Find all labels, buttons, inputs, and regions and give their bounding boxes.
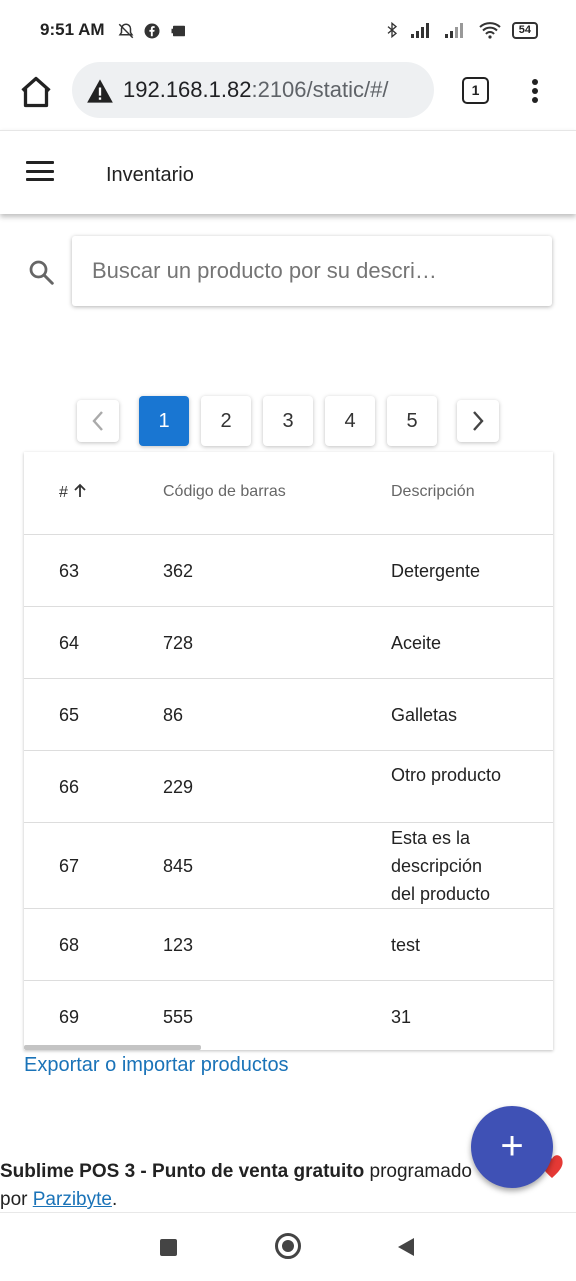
cell-barcode: 728	[163, 633, 194, 653]
battery-icon: 54	[511, 21, 538, 39]
warning-icon[interactable]	[86, 78, 114, 104]
table-horizontal-scrollbar[interactable]	[24, 1045, 201, 1050]
cell-barcode: 555	[163, 1007, 194, 1027]
system-nav-bar	[0, 1212, 576, 1281]
status-time: 9:51 AM	[40, 20, 105, 39]
cell-barcode: 86	[163, 705, 184, 725]
footer-end: .	[111, 1189, 118, 1210]
page-button-4[interactable]: 4	[325, 396, 375, 446]
bluetooth-icon	[387, 21, 397, 39]
recents-icon[interactable]	[160, 1239, 177, 1256]
cell-id: 65	[59, 705, 80, 725]
export-import-link[interactable]: Exportar o importar productos	[24, 1054, 289, 1077]
more-vert-icon[interactable]	[524, 76, 546, 106]
pagination-prev-button[interactable]	[77, 400, 119, 442]
cell-id: 63	[59, 561, 80, 581]
footer-text-middle: programado	[364, 1161, 472, 1182]
table-row: 64 728 Aceite	[24, 607, 553, 679]
cell-id: 66	[59, 777, 80, 797]
column-header-barcode[interactable]: Código de barras	[163, 483, 286, 501]
search-icon	[29, 260, 54, 285]
url-path: :2106/static/#/	[251, 77, 389, 102]
signal-icon	[444, 23, 463, 38]
cell-description: Galletas	[391, 705, 458, 725]
add-product-button[interactable]: +	[471, 1106, 553, 1188]
products-table: # Código de barras Descripción 63 362 De…	[24, 452, 553, 1050]
page-button-1[interactable]: 1	[139, 396, 189, 446]
cell-id: 68	[59, 935, 80, 955]
cell-description: Aceite	[391, 633, 442, 653]
page-title: Inventario	[106, 164, 194, 186]
signal-icon	[410, 23, 429, 38]
cell-description: Esta es la descripción del producto	[391, 828, 491, 904]
address-bar[interactable]: 192.168.1.82:2106/static/#/	[72, 62, 434, 118]
tab-switcher-button[interactable]: 1	[462, 77, 489, 104]
home-nav-icon[interactable]	[275, 1233, 301, 1259]
cell-barcode: 123	[163, 935, 194, 955]
table-header: # Código de barras Descripción	[24, 452, 553, 535]
cell-description: test	[391, 935, 421, 955]
menu-icon[interactable]	[26, 161, 54, 181]
column-header-description[interactable]: Descripción	[391, 483, 475, 501]
cell-description: Detergente	[391, 561, 481, 581]
page-button-5[interactable]: 5	[387, 396, 437, 446]
footer-credits: Sublime POS 3 - Punto de venta gratuito …	[0, 1158, 520, 1214]
cell-description: 31	[391, 1007, 412, 1027]
footer-text-by: por	[0, 1189, 33, 1210]
column-header-id[interactable]: #	[59, 483, 88, 502]
browser-toolbar: 192.168.1.82:2106/static/#/ 1	[0, 60, 576, 130]
page-button-3[interactable]: 3	[263, 396, 313, 446]
footer-brand: Sublime POS 3 - Punto de venta gratuito	[0, 1161, 365, 1182]
table-row: 67 845 Esta es la descripción del produc…	[24, 823, 553, 909]
search-box	[72, 236, 552, 306]
search-input[interactable]	[90, 252, 534, 290]
bell-off-icon	[118, 23, 134, 39]
url-host: 192.168.1.82	[123, 77, 252, 102]
chevron-left-icon	[92, 411, 103, 431]
pagination-next-button[interactable]	[457, 400, 499, 442]
cell-id: 69	[59, 1007, 80, 1027]
cell-barcode: 229	[163, 777, 194, 797]
arrow-up-icon[interactable]	[72, 483, 88, 499]
table-row: 65 86 Galletas	[24, 679, 553, 751]
cell-barcode: 845	[163, 856, 194, 876]
back-icon[interactable]	[396, 1236, 416, 1258]
cell-barcode: 362	[163, 561, 194, 581]
cell-id: 67	[59, 856, 80, 876]
table-row: 68 123 test	[24, 909, 553, 981]
cast-icon	[171, 25, 185, 37]
page-button-2[interactable]: 2	[201, 396, 251, 446]
home-icon[interactable]	[18, 74, 54, 110]
cell-id: 64	[59, 633, 80, 653]
cell-description: Otro producto	[391, 765, 502, 785]
author-link[interactable]: Parzibyte	[33, 1189, 112, 1210]
table-row: 66 229 Otro producto	[24, 751, 553, 823]
table-row: 69 555 31	[24, 981, 553, 1050]
table-row: 63 362 Detergente	[24, 535, 553, 607]
facebook-icon	[144, 23, 160, 39]
chevron-right-icon	[473, 411, 484, 431]
status-bar: 9:51 AM 54	[0, 0, 576, 60]
wifi-icon	[479, 22, 501, 39]
app-bar: Inventario	[0, 130, 576, 214]
